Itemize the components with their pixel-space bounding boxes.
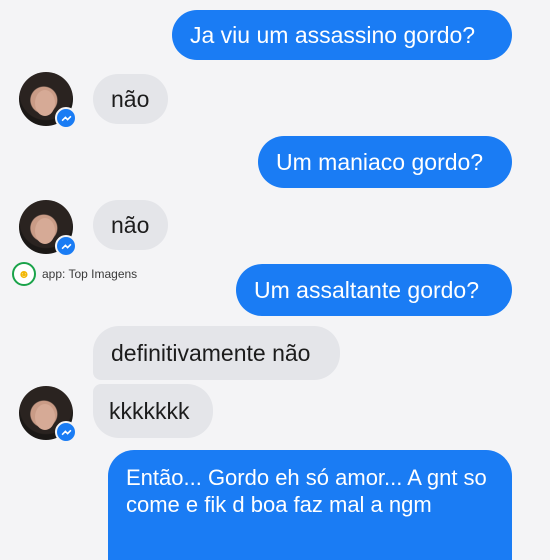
app-watermark: ☻ app: Top Imagens	[12, 262, 137, 286]
message-bubble-incoming[interactable]: não	[93, 74, 168, 124]
message-bubble-outgoing[interactable]: Um assaltante gordo?	[236, 264, 512, 316]
message-text: kkkkkkk	[109, 398, 190, 424]
message-text: Ja viu um assassino gordo?	[190, 22, 476, 48]
message-text: Um maniaco gordo?	[276, 149, 484, 175]
messenger-bolt-icon	[55, 235, 77, 257]
avatar-face	[35, 404, 55, 430]
watermark-label: app: Top Imagens	[42, 267, 138, 281]
message-bubble-outgoing[interactable]: Ja viu um assassino gordo?	[172, 10, 512, 60]
message-bubble-incoming[interactable]: não	[93, 200, 168, 250]
contact-avatar[interactable]	[19, 386, 77, 443]
message-text: não	[111, 86, 150, 112]
contact-avatar[interactable]	[19, 200, 77, 257]
message-text: definitivamente não	[111, 340, 311, 366]
smiley-logo-icon: ☻	[12, 262, 36, 286]
message-bubble-incoming[interactable]: definitivamente não	[93, 326, 340, 380]
messenger-bolt-icon	[55, 421, 77, 443]
avatar-face	[35, 218, 55, 244]
messenger-bolt-icon	[55, 107, 77, 129]
message-text: Então... Gordo eh só amor... A gnt so co…	[126, 465, 487, 517]
avatar-face	[35, 90, 55, 116]
message-bubble-incoming[interactable]: kkkkkkk	[93, 384, 213, 438]
message-text: Um assaltante gordo?	[254, 277, 480, 303]
message-bubble-outgoing[interactable]: Um maniaco gordo?	[258, 136, 512, 188]
message-text: não	[111, 212, 150, 238]
message-bubble-outgoing[interactable]: Então... Gordo eh só amor... A gnt so co…	[108, 450, 512, 560]
contact-avatar[interactable]	[19, 72, 77, 129]
